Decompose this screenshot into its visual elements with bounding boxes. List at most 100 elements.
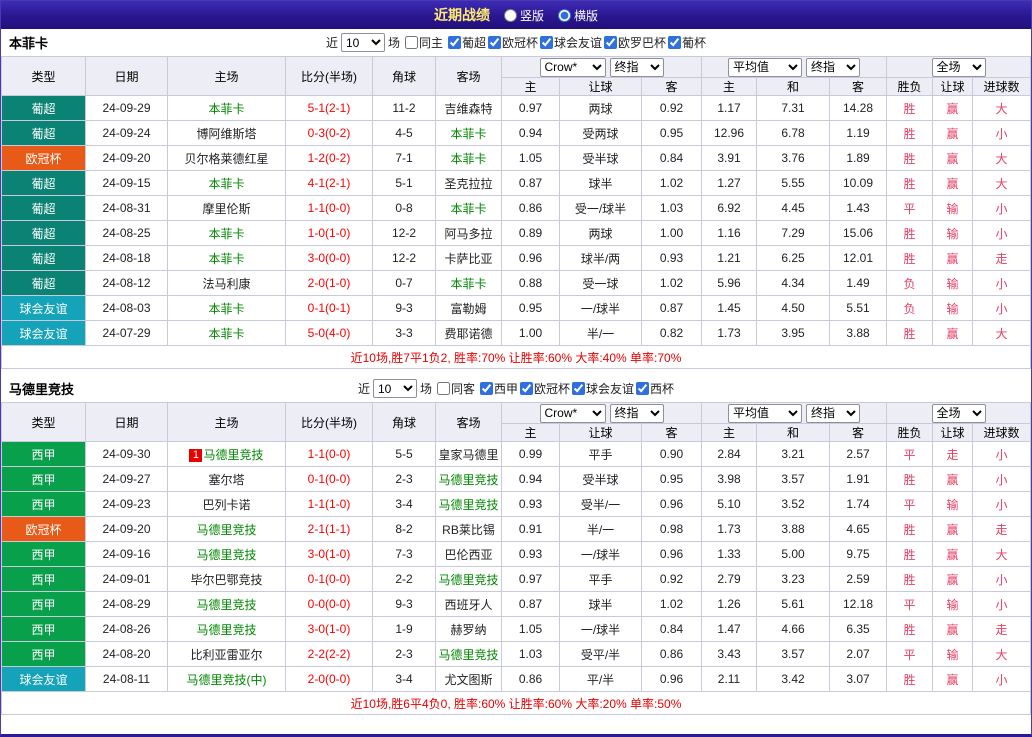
league-filter-checkbox[interactable] bbox=[447, 35, 461, 49]
cell-home-team: 本菲卡 bbox=[167, 295, 286, 321]
avg-type-select[interactable]: 平均值 bbox=[728, 57, 803, 77]
league-filter-checkbox[interactable] bbox=[520, 381, 533, 395]
cell-avg-draw: 5.00 bbox=[756, 541, 830, 567]
cell-corner: 5-5 bbox=[372, 441, 436, 467]
cell-crown-home-odds: 0.97 bbox=[501, 566, 560, 592]
league-filter-checkbox[interactable] bbox=[668, 35, 682, 49]
cell-crown-home-odds: 0.97 bbox=[501, 95, 560, 121]
odds-final-select[interactable]: 终指 bbox=[609, 403, 664, 423]
odds-company-select[interactable]: Crow* bbox=[539, 403, 606, 423]
league-filter-option[interactable]: 西甲 bbox=[479, 380, 518, 397]
cell-crown-away-odds: 0.93 bbox=[641, 245, 702, 271]
league-filter-option[interactable]: 葡杯 bbox=[668, 34, 706, 51]
match-row: 西甲 24-08-20 比利亚雷亚尔 2-2(2-2) 2-3 马德里竞技 1.03 受平/半… bbox=[1, 641, 1031, 667]
scope-select[interactable]: 全场 bbox=[931, 403, 986, 423]
cell-handicap: 平/半 bbox=[559, 666, 642, 692]
cell-handicap-result: 赢 bbox=[932, 320, 974, 346]
league-filter-checkbox[interactable] bbox=[479, 381, 493, 395]
cell-away-team: 赫罗纳 bbox=[435, 616, 502, 642]
same-venue-checkbox-option[interactable]: 同主 bbox=[404, 34, 443, 51]
cell-avg-away: 1.74 bbox=[828, 491, 888, 517]
odds-company-select[interactable]: Crow* bbox=[539, 57, 606, 77]
layout-vertical-radio[interactable] bbox=[503, 8, 517, 22]
layout-horizontal-radio[interactable] bbox=[558, 8, 571, 22]
col-header-handicap: 让球 bbox=[559, 77, 642, 96]
league-badge: 欧冠杯 bbox=[1, 516, 86, 542]
league-filter-checkbox[interactable] bbox=[636, 381, 650, 395]
league-filter-checkbox[interactable] bbox=[540, 35, 554, 49]
cell-date: 24-07-29 bbox=[85, 320, 168, 346]
same-venue-checkbox[interactable] bbox=[404, 36, 418, 49]
cell-crown-away-odds: 0.86 bbox=[641, 641, 702, 667]
cell-handicap: 受一/球半 bbox=[559, 195, 642, 221]
league-filter-label: 欧冠杯 bbox=[502, 35, 539, 50]
league-filter-checkbox[interactable] bbox=[604, 35, 618, 49]
scope-select[interactable]: 全场 bbox=[931, 57, 986, 77]
cell-goals-result: 走 bbox=[972, 616, 1031, 642]
cell-score: 2-1(1-1) bbox=[285, 516, 373, 542]
league-filter-option[interactable]: 欧冠杯 bbox=[520, 380, 570, 397]
odds-final-select[interactable]: 终指 bbox=[609, 57, 664, 77]
cell-handicap-result: 赢 bbox=[932, 616, 974, 642]
league-filter-checkbox[interactable] bbox=[488, 35, 501, 49]
avg-type-select[interactable]: 平均值 bbox=[728, 403, 803, 423]
cell-away-team: 本菲卡 bbox=[435, 270, 502, 296]
cell-handicap: 一/球半 bbox=[559, 295, 642, 321]
cell-home-team: 毕尔巴鄂竞技 bbox=[167, 566, 286, 592]
league-filter-option[interactable]: 欧冠杯 bbox=[488, 34, 538, 51]
same-venue-checkbox[interactable] bbox=[436, 382, 450, 395]
cell-score: 1-0(1-0) bbox=[285, 220, 373, 246]
same-venue-label: 同主 bbox=[418, 36, 443, 50]
cell-avg-away: 1.49 bbox=[828, 270, 888, 296]
league-filter-option[interactable]: 欧罗巴杯 bbox=[604, 34, 666, 51]
cell-avg-home: 3.98 bbox=[701, 466, 757, 492]
cell-handicap: 半/一 bbox=[559, 516, 642, 542]
cell-crown-home-odds: 0.93 bbox=[501, 541, 560, 567]
cell-handicap-result: 赢 bbox=[932, 145, 974, 171]
cell-crown-away-odds: 0.96 bbox=[641, 541, 702, 567]
cell-score: 5-0(4-0) bbox=[285, 320, 373, 346]
match-count-select[interactable]: 10 bbox=[340, 33, 385, 52]
cell-avg-home: 1.17 bbox=[701, 95, 757, 121]
cell-crown-home-odds: 0.94 bbox=[501, 120, 560, 146]
match-count-select[interactable]: 10 bbox=[372, 379, 417, 398]
cell-away-team: 费耶诺德 bbox=[435, 320, 502, 346]
avg-final-select[interactable]: 终指 bbox=[806, 57, 861, 77]
cell-avg-away: 1.89 bbox=[828, 145, 888, 171]
cell-goals-result: 小 bbox=[972, 120, 1031, 146]
cell-away-team: 马德里竞技 bbox=[435, 641, 502, 667]
league-filter-option[interactable]: 球会友谊 bbox=[540, 34, 602, 51]
cell-date: 24-08-18 bbox=[85, 245, 168, 271]
match-row: 葡超 24-08-12 法马利康 2-0(1-0) 0-7 本菲卡 0.88 受一球 1.02 5… bbox=[1, 270, 1031, 296]
cell-crown-home-odds: 0.88 bbox=[501, 270, 560, 296]
cell-corner: 9-3 bbox=[372, 295, 436, 321]
league-filter-checkbox[interactable] bbox=[572, 381, 586, 395]
avg-final-select[interactable]: 终指 bbox=[806, 403, 861, 423]
league-filter-option[interactable]: 葡超 bbox=[447, 34, 486, 51]
league-filter-option[interactable]: 球会友谊 bbox=[572, 380, 634, 397]
col-header-avg-away: 客 bbox=[828, 77, 888, 96]
league-filter-option[interactable]: 西杯 bbox=[636, 380, 674, 397]
cell-avg-draw: 3.23 bbox=[756, 566, 830, 592]
col-header-crown-home: 主 bbox=[501, 423, 560, 442]
layout-vertical-option[interactable]: 竖版 bbox=[503, 7, 544, 24]
match-row: 葡超 24-08-18 本菲卡 3-0(0-0) 12-2 卡萨比亚 0.96 球半/两 0.9… bbox=[1, 245, 1031, 271]
league-badge: 球会友谊 bbox=[1, 666, 86, 692]
cell-avg-away: 6.35 bbox=[828, 616, 888, 642]
cell-handicap-result: 输 bbox=[932, 491, 974, 517]
col-header-avg-draw: 和 bbox=[756, 423, 830, 442]
same-venue-checkbox-option[interactable]: 同客 bbox=[436, 380, 475, 397]
cell-handicap-result: 输 bbox=[932, 641, 974, 667]
cell-handicap: 一/球半 bbox=[559, 541, 642, 567]
league-badge: 西甲 bbox=[1, 591, 86, 617]
cell-handicap: 球半 bbox=[559, 170, 642, 196]
cell-date: 24-08-31 bbox=[85, 195, 168, 221]
section-summary: 近10场,胜7平1负2, 胜率:70% 让胜率:60% 大率:40% 单率:70… bbox=[1, 345, 1031, 369]
cell-avg-home: 1.21 bbox=[701, 245, 757, 271]
cell-home-team: 本菲卡 bbox=[167, 95, 286, 121]
cell-corner: 1-9 bbox=[372, 616, 436, 642]
cell-handicap-result: 赢 bbox=[932, 245, 974, 271]
layout-horizontal-option[interactable]: 横版 bbox=[558, 7, 598, 24]
cell-avg-draw: 3.57 bbox=[756, 641, 830, 667]
match-row: 欧冠杯 24-09-20 马德里竞技 2-1(1-1) 8-2 RB莱比锡 0.91 半/一 0… bbox=[1, 516, 1031, 542]
